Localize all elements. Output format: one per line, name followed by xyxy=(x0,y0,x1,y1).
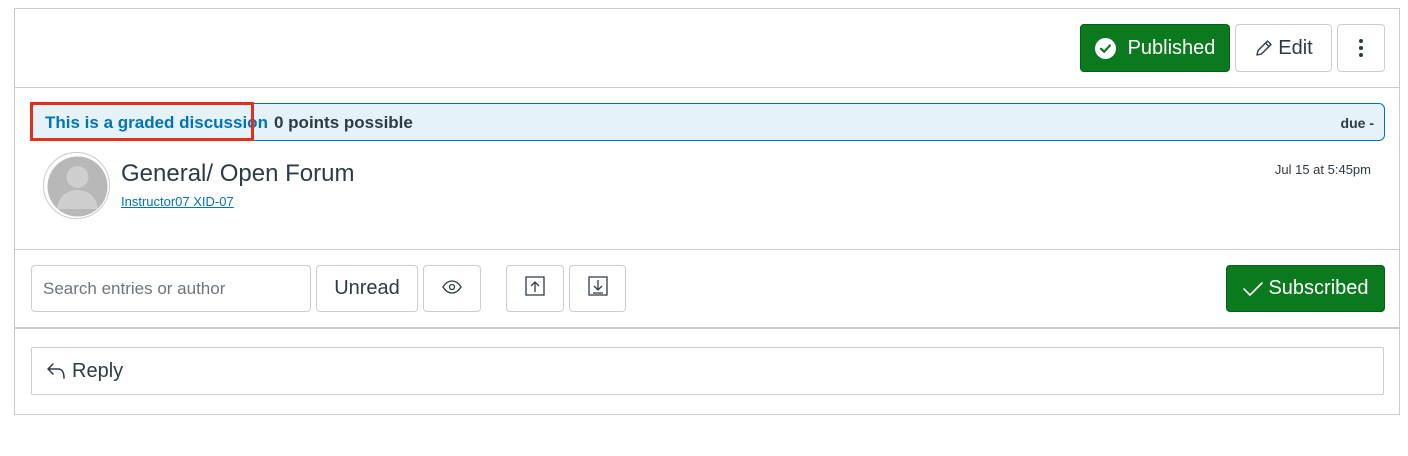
kebab-icon xyxy=(1358,38,1364,58)
points-possible: 0 points possible xyxy=(274,113,413,132)
check-circle-icon xyxy=(1094,37,1116,59)
divider xyxy=(15,327,1399,329)
checkmark-icon xyxy=(1242,281,1264,297)
unread-label: Unread xyxy=(334,277,400,299)
eye-icon xyxy=(442,277,462,300)
upload-icon xyxy=(524,275,546,302)
collapse-threads-button[interactable] xyxy=(569,265,626,312)
search-input[interactable] xyxy=(31,265,311,312)
published-button[interactable]: Published xyxy=(1080,24,1230,72)
author-link[interactable]: Instructor07 XID-07 xyxy=(121,194,234,209)
edit-label: Edit xyxy=(1278,36,1313,59)
divider xyxy=(15,249,1399,250)
discussion-panel: Published Edit This is a graded discussi… xyxy=(14,8,1400,415)
due-date: due - xyxy=(1340,115,1374,131)
reply-label: Reply xyxy=(72,359,124,382)
post-timestamp: Jul 15 at 5:45pm xyxy=(1274,162,1371,177)
pencil-icon xyxy=(1254,38,1274,58)
more-options-button[interactable] xyxy=(1337,24,1385,72)
edit-button[interactable]: Edit xyxy=(1235,24,1332,72)
topic-title: General/ Open Forum xyxy=(121,160,355,187)
published-label: Published xyxy=(1127,36,1216,59)
person-icon xyxy=(47,156,108,217)
reply-button[interactable]: Reply xyxy=(31,347,1384,395)
subscribed-button[interactable]: Subscribed xyxy=(1226,265,1385,312)
unread-filter-button[interactable]: Unread xyxy=(316,265,418,312)
discussion-toolbar: Published Edit xyxy=(15,9,1399,88)
reply-arrow-icon xyxy=(46,362,66,380)
download-icon xyxy=(587,275,609,302)
expand-threads-button[interactable] xyxy=(506,265,564,312)
graded-discussion-link[interactable]: This is a graded discussion xyxy=(45,113,268,133)
subscribed-label: Subscribed xyxy=(1268,277,1369,299)
avatar xyxy=(43,152,110,219)
graded-discussion-banner: This is a graded discussion 0 points pos… xyxy=(31,103,1385,141)
view-split-button[interactable] xyxy=(423,265,481,312)
